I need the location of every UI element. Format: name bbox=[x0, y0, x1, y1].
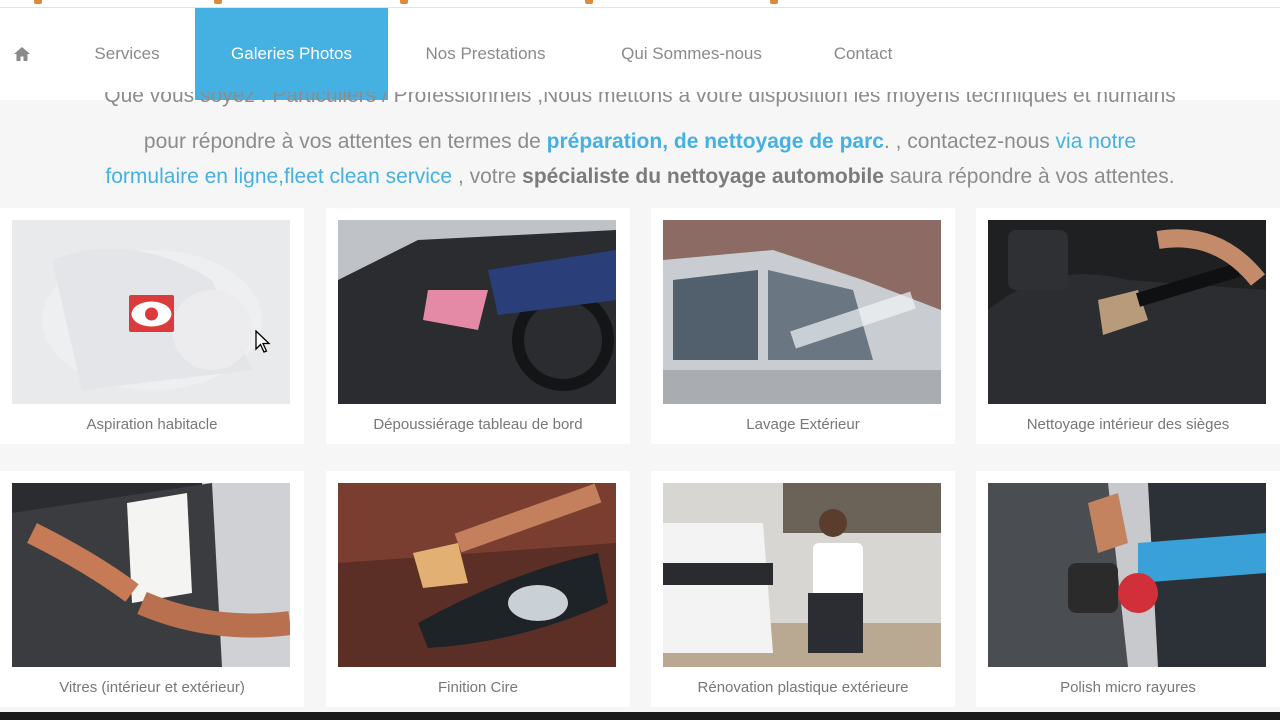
nav-services[interactable]: Services bbox=[62, 8, 192, 100]
view-button[interactable] bbox=[129, 295, 174, 332]
intro-line2-b: . , contactez-nous bbox=[883, 130, 1056, 153]
gallery-card-sieges[interactable]: Nettoyage intérieur des sièges bbox=[976, 208, 1280, 444]
gallery-image-plastique[interactable] bbox=[663, 483, 941, 667]
gallery-card-plastique[interactable]: Rénovation plastique extérieure bbox=[651, 471, 955, 707]
gallery-card-lavage[interactable]: Lavage Extérieur bbox=[651, 208, 955, 444]
intro-specialiste: spécialiste du nettoyage automobile bbox=[522, 165, 884, 188]
gallery-caption: Vitres (intérieur et extérieur) bbox=[59, 679, 245, 696]
gallery-card-aspiration[interactable]: Aspiration habitacle bbox=[0, 208, 304, 444]
home-icon bbox=[14, 47, 30, 61]
intro-line1: Que vous soyez : Particuliers / Professi… bbox=[104, 92, 1176, 107]
gallery-image-cire[interactable] bbox=[338, 483, 616, 667]
link-preparation[interactable]: préparation, de nettoyage de parc bbox=[547, 130, 884, 153]
gallery-caption: Nettoyage intérieur des sièges bbox=[1026, 416, 1230, 433]
gallery-card-polish[interactable]: Polish micro rayures bbox=[976, 471, 1280, 707]
gallery-image-sieges[interactable] bbox=[988, 220, 1266, 404]
link-via-notre[interactable]: via notre bbox=[1056, 130, 1137, 153]
browser-top-strip bbox=[0, 0, 1280, 8]
mouse-cursor-icon bbox=[255, 330, 271, 353]
gallery-caption: Finition Cire bbox=[437, 679, 519, 696]
nav-nos-prestations[interactable]: Nos Prestations bbox=[398, 8, 573, 100]
nav-contact[interactable]: Contact bbox=[810, 8, 916, 100]
intro-line3-a: , votre bbox=[452, 165, 523, 188]
intro-line2-a: pour répondre à vos attentes en termes d… bbox=[143, 130, 547, 153]
gallery-caption: Aspiration habitacle bbox=[86, 416, 218, 433]
gallery-card-vitres[interactable]: Vitres (intérieur et extérieur) bbox=[0, 471, 304, 707]
gallery-image-depoussierage[interactable] bbox=[338, 220, 616, 404]
main-navbar: Services Galeries Photos Nos Prestations… bbox=[0, 8, 1280, 100]
gallery-image-vitres[interactable] bbox=[12, 483, 290, 667]
gallery-image-polish[interactable] bbox=[988, 483, 1266, 667]
gallery-caption: Lavage Extérieur bbox=[746, 416, 860, 433]
gallery-caption: Rénovation plastique extérieure bbox=[697, 679, 909, 696]
eye-icon bbox=[131, 301, 172, 326]
nav-galeries-photos[interactable]: Galeries Photos bbox=[195, 8, 388, 100]
intro-text: Que vous soyez : Particuliers / Professi… bbox=[0, 92, 1280, 200]
link-formulaire[interactable]: formulaire en ligne,fleet clean service bbox=[105, 165, 452, 188]
intro-line3-b: saura répondre à vos attentes. bbox=[883, 165, 1175, 188]
gallery-image-aspiration[interactable] bbox=[12, 220, 290, 404]
nav-home[interactable] bbox=[0, 8, 44, 100]
nav-qui-sommes-nous[interactable]: Qui Sommes-nous bbox=[593, 8, 790, 100]
gallery-caption: Polish micro rayures bbox=[1060, 679, 1196, 696]
gallery-caption: Dépoussiérage tableau de bord bbox=[373, 416, 583, 433]
gallery-card-cire[interactable]: Finition Cire bbox=[326, 471, 630, 707]
screen-bottom-edge bbox=[0, 712, 1280, 720]
gallery-image-lavage[interactable] bbox=[663, 220, 941, 404]
gallery-card-depoussierage[interactable]: Dépoussiérage tableau de bord bbox=[326, 208, 630, 444]
